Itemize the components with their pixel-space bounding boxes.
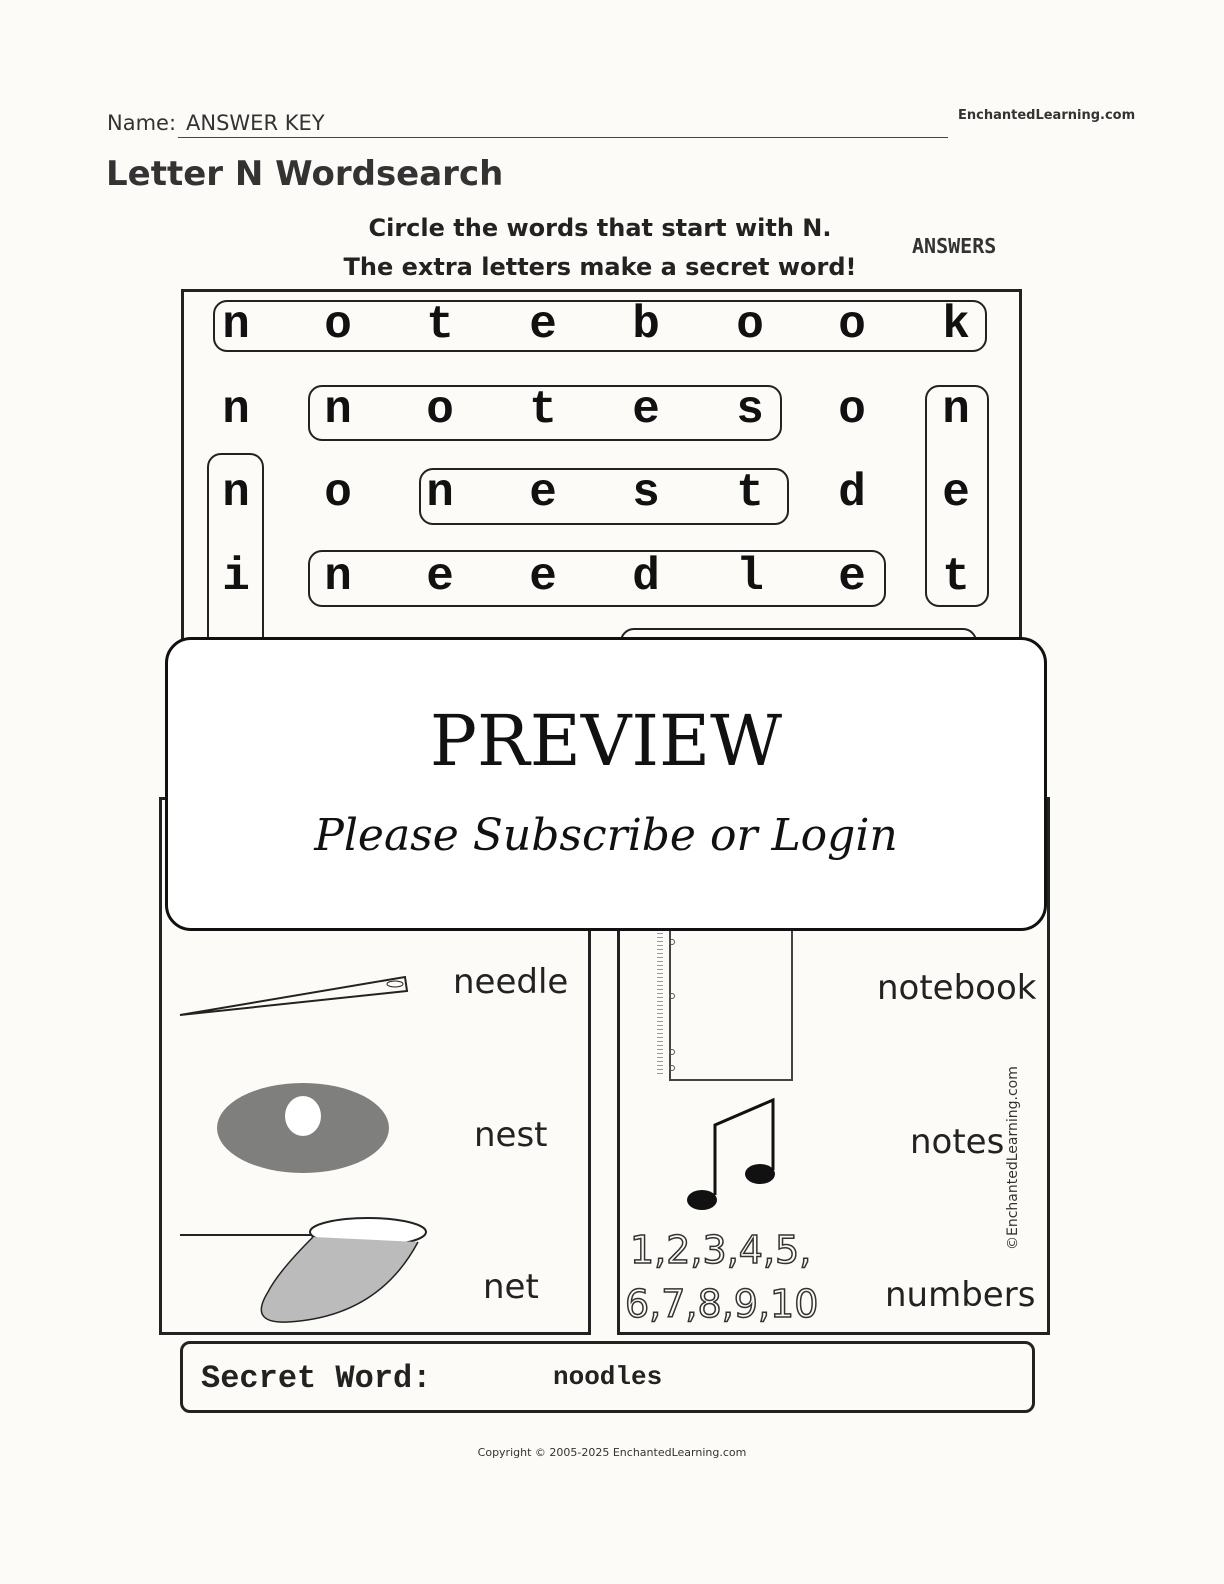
grid-letter: n	[426, 467, 454, 519]
nest-picture	[217, 1083, 389, 1173]
needle-picture	[179, 975, 409, 1016]
watermark: ©EnchantedLearning.com	[1005, 1066, 1021, 1250]
grid-letter: e	[632, 384, 660, 436]
secret-word-value: noodles	[553, 1362, 663, 1392]
grid-letter: s	[632, 467, 660, 519]
grid-letter: t	[426, 299, 454, 351]
grid-letter: d	[838, 467, 866, 519]
grid-letter: n	[222, 384, 250, 436]
grid-letter: d	[632, 551, 660, 603]
word-needle: needle	[453, 962, 569, 1002]
copyright: Copyright © 2005-2025 EnchantedLearning.…	[477, 1446, 747, 1459]
instruction-line-2: The extra letters make a secret word!	[343, 253, 857, 281]
numbers-line-1: 1,2,3,4,5,	[629, 1227, 812, 1273]
grid-letter: t	[736, 467, 764, 519]
grid-letter: l	[736, 551, 764, 603]
grid-letter: n	[222, 467, 250, 519]
preview-title: PREVIEW	[429, 700, 783, 782]
grid-letter: n	[324, 551, 352, 603]
grid-letter: s	[736, 384, 764, 436]
grid-letter: o	[426, 384, 454, 436]
secret-word-box: Secret Word: noodles	[180, 1341, 1035, 1413]
grid-letter: n	[942, 384, 970, 436]
grid-letter: e	[942, 467, 970, 519]
word-net: net	[483, 1267, 539, 1307]
ring-needle	[308, 550, 886, 607]
site-logo-text: EnchantedLearning.com	[958, 108, 1136, 123]
grid-letter: e	[529, 467, 557, 519]
grid-letter: e	[426, 551, 454, 603]
preview-overlay[interactable]: PREVIEW Please Subscribe or Login	[165, 637, 1047, 931]
word-nest: nest	[474, 1115, 548, 1155]
worksheet-page: Name: ANSWER KEY EnchantedLearning.com L…	[0, 0, 1224, 1584]
grid-letter: o	[324, 299, 352, 351]
grid-letter: o	[838, 384, 866, 436]
subscribe-login-link[interactable]: Please Subscribe or Login	[168, 810, 1044, 861]
notebook-picture	[657, 925, 793, 1081]
net-picture	[180, 1217, 427, 1323]
grid-letter: o	[838, 299, 866, 351]
grid-letter: k	[942, 299, 970, 351]
grid-letter: t	[942, 551, 970, 603]
word-notebook: notebook	[877, 968, 1037, 1008]
grid-letter: b	[632, 299, 660, 351]
word-numbers: numbers	[885, 1275, 1036, 1315]
page-title: Letter N Wordsearch	[106, 154, 504, 194]
name-label: Name:	[107, 111, 177, 135]
music-notes-icon	[687, 1097, 775, 1210]
grid-letter: n	[222, 299, 250, 351]
grid-letter: n	[324, 384, 352, 436]
grid-letter: e	[838, 551, 866, 603]
grid-letter: i	[222, 551, 250, 603]
name-field: ANSWER KEY	[178, 111, 948, 138]
grid-letter: o	[736, 299, 764, 351]
secret-word-label: Secret Word:	[201, 1360, 432, 1397]
numbers-line-2: 6,7,8,9,10	[624, 1281, 819, 1327]
answers-label: ANSWERS	[912, 234, 997, 258]
grid-letter: t	[529, 384, 557, 436]
grid-letter: e	[529, 551, 557, 603]
word-notes: notes	[910, 1122, 1005, 1162]
grid-letter: e	[529, 299, 557, 351]
instruction-line-1: Circle the words that start with N.	[368, 214, 832, 242]
grid-letter: o	[324, 467, 352, 519]
